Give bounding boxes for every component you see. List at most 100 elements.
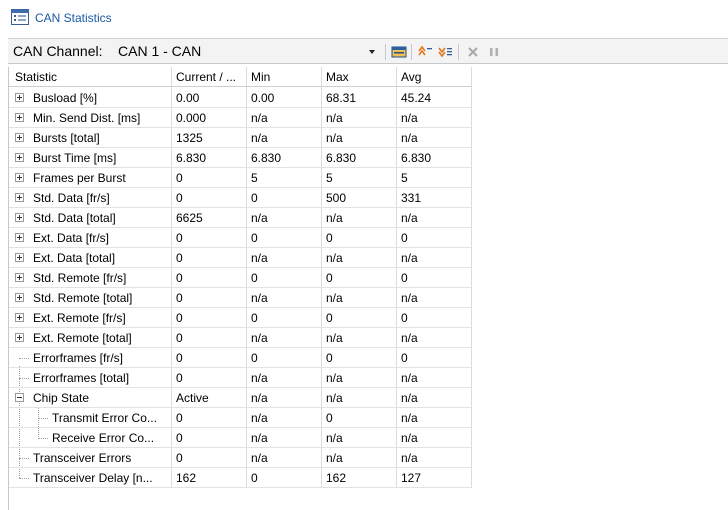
max-value: n/a — [326, 451, 343, 465]
title-bar: CAN Statistics — [0, 0, 728, 36]
window-title: CAN Statistics — [35, 11, 112, 25]
chevron-down-icon[interactable] — [369, 50, 375, 54]
table-row[interactable]: Std. Data [total] 6625 n/a n/a n/a — [9, 208, 471, 228]
avg-value: n/a — [401, 291, 418, 305]
sort-descending-icon[interactable] — [436, 43, 454, 61]
max-value: 6.830 — [326, 151, 357, 165]
current-value: Active — [176, 391, 209, 405]
tree-connector — [19, 458, 29, 459]
column-header-current[interactable]: Current / ... — [176, 70, 246, 84]
max-value: n/a — [326, 111, 343, 125]
avg-value: n/a — [401, 371, 418, 385]
min-value: 0 — [251, 471, 258, 485]
statistic-name: Ext. Remote [fr/s] — [33, 311, 126, 325]
table-row[interactable]: Burst Time [ms] 6.830 6.830 6.830 6.830 — [9, 148, 471, 168]
table-row[interactable]: Bursts [total] 1325 n/a n/a n/a — [9, 128, 471, 148]
expand-icon[interactable] — [15, 333, 24, 342]
channel-label: CAN Channel: — [13, 43, 103, 59]
max-value: 68.31 — [326, 91, 357, 105]
table-row[interactable]: Transmit Error Co... 0 n/a 0 n/a — [9, 408, 471, 428]
clear-icon[interactable] — [464, 43, 482, 61]
table-row[interactable]: Ext. Remote [fr/s] 0 0 0 0 — [9, 308, 471, 328]
statistic-name: Transceiver Errors — [33, 451, 132, 465]
open-folder-icon[interactable] — [390, 43, 408, 61]
statistic-name: Transmit Error Co... — [52, 411, 157, 425]
table-row[interactable]: Std. Remote [total] 0 n/a n/a n/a — [9, 288, 471, 308]
sort-ascending-icon[interactable] — [416, 43, 434, 61]
max-value: n/a — [326, 291, 343, 305]
expand-icon[interactable] — [15, 273, 24, 282]
table-row[interactable]: Ext. Data [total] 0 n/a n/a n/a — [9, 248, 471, 268]
table-row[interactable]: Frames per Burst 0 5 5 5 — [9, 168, 471, 188]
expand-icon[interactable] — [15, 113, 24, 122]
column-header-avg[interactable]: Avg — [401, 70, 471, 84]
current-value: 0 — [176, 291, 183, 305]
current-value: 0 — [176, 351, 183, 365]
avg-value: 331 — [401, 191, 422, 205]
expand-icon[interactable] — [15, 153, 24, 162]
current-value: 0 — [176, 331, 183, 345]
table-row[interactable]: Transceiver Errors 0 n/a n/a n/a — [9, 448, 471, 468]
current-value: 0 — [176, 191, 183, 205]
min-value: n/a — [251, 371, 268, 385]
expand-icon[interactable] — [15, 253, 24, 262]
table-row[interactable]: Chip State Active n/a n/a n/a — [9, 388, 471, 408]
current-value: 0 — [176, 371, 183, 385]
table-row[interactable]: Std. Remote [fr/s] 0 0 0 0 — [9, 268, 471, 288]
avg-value: 5 — [401, 171, 408, 185]
expand-icon[interactable] — [15, 313, 24, 322]
expand-icon[interactable] — [15, 93, 24, 102]
min-value: n/a — [251, 331, 268, 345]
statistic-name: Ext. Remote [total] — [33, 331, 132, 345]
statistic-name: Errorframes [fr/s] — [33, 351, 124, 365]
expand-icon[interactable] — [15, 233, 24, 242]
table-row[interactable]: Min. Send Dist. [ms] 0.000 n/a n/a n/a — [9, 108, 471, 128]
statistic-name: Ext. Data [total] — [33, 251, 116, 265]
toolbar-separator — [458, 44, 459, 60]
table-row[interactable]: Transceiver Delay [n... 162 0 162 127 — [9, 468, 471, 488]
statistic-name: Frames per Burst — [33, 171, 126, 185]
column-header-max[interactable]: Max — [326, 70, 396, 84]
tree-connector — [19, 478, 29, 479]
current-value: 0 — [176, 271, 183, 285]
statistic-name: Bursts [total] — [33, 131, 100, 145]
max-value: n/a — [326, 251, 343, 265]
table-row[interactable]: Errorframes [total] 0 n/a n/a n/a — [9, 368, 471, 388]
header-row: Statistic Current / ... Min Max Avg — [9, 67, 471, 87]
statistic-name: Busload [%] — [33, 91, 98, 105]
column-header-statistic[interactable]: Statistic — [15, 70, 155, 84]
tree-connector — [38, 438, 48, 439]
statistic-name: Receive Error Co... — [52, 431, 155, 445]
max-value: n/a — [326, 391, 343, 405]
expand-icon[interactable] — [15, 213, 24, 222]
expand-icon[interactable] — [15, 293, 24, 302]
collapse-icon[interactable] — [15, 393, 24, 402]
current-value: 162 — [176, 471, 197, 485]
expand-icon[interactable] — [15, 133, 24, 142]
table-row[interactable]: Std. Data [fr/s] 0 0 500 331 — [9, 188, 471, 208]
statistic-name: Std. Data [fr/s] — [33, 191, 110, 205]
avg-value: 0 — [401, 231, 408, 245]
table-row[interactable]: Ext. Data [fr/s] 0 0 0 0 — [9, 228, 471, 248]
min-value: 0 — [251, 231, 258, 245]
column-header-min[interactable]: Min — [251, 70, 321, 84]
table-row[interactable]: Ext. Remote [total] 0 n/a n/a n/a — [9, 328, 471, 348]
statistic-name: Std. Remote [fr/s] — [33, 271, 127, 285]
channel-select[interactable]: CAN 1 - CAN — [112, 41, 382, 62]
max-value: 0 — [326, 311, 333, 325]
statistic-name: Ext. Data [fr/s] — [33, 231, 110, 245]
expand-icon[interactable] — [15, 193, 24, 202]
table-row[interactable]: Errorframes [fr/s] 0 0 0 0 — [9, 348, 471, 368]
min-value: n/a — [251, 111, 268, 125]
current-value: 6.830 — [176, 151, 207, 165]
table-row[interactable]: Busload [%] 0.00 0.00 68.31 45.24 — [9, 88, 471, 108]
min-value: 0 — [251, 271, 258, 285]
tree-connector — [19, 358, 29, 359]
pause-icon[interactable] — [485, 43, 503, 61]
max-value: 0 — [326, 411, 333, 425]
channel-window-icon — [11, 9, 29, 25]
table-row[interactable]: Receive Error Co... 0 n/a n/a n/a — [9, 428, 471, 448]
current-value: 1325 — [176, 131, 203, 145]
min-value: n/a — [251, 431, 268, 445]
expand-icon[interactable] — [15, 173, 24, 182]
